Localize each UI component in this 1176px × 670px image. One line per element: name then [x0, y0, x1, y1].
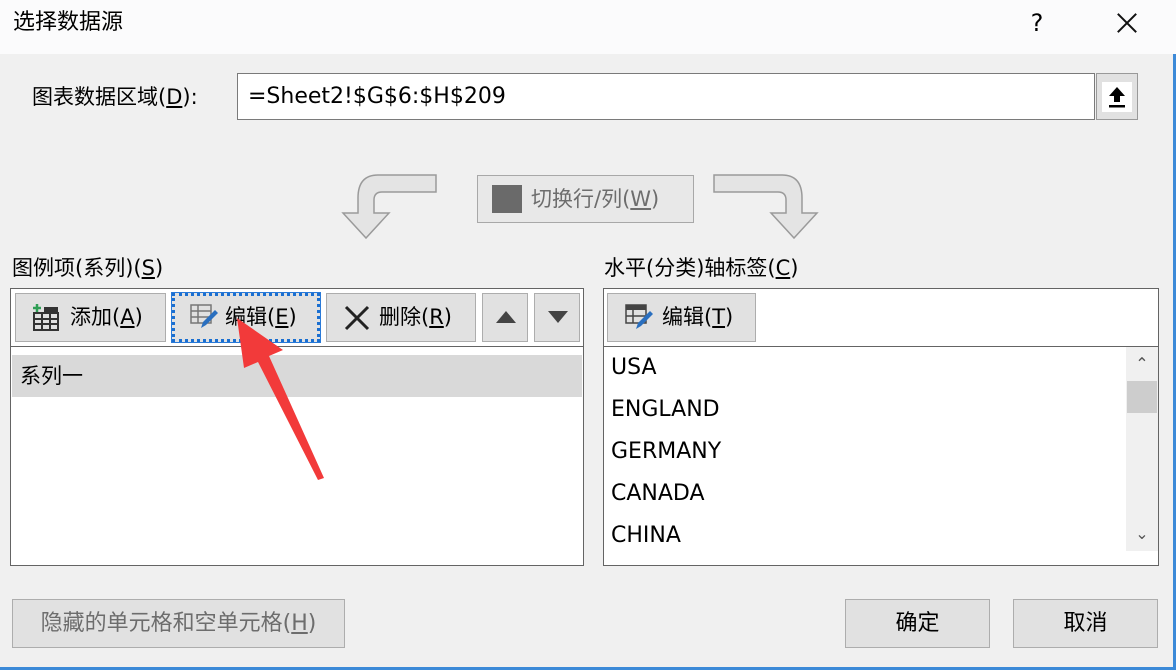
- hidden-empty-cells-button[interactable]: 隐藏的单元格和空单元格(H): [12, 599, 345, 648]
- dialog-title: 选择数据源: [13, 10, 124, 35]
- scroll-up-icon[interactable]: ⌃: [1126, 349, 1158, 379]
- scroll-down-icon[interactable]: ⌄: [1126, 519, 1158, 549]
- axis-toolbar: 编辑(T): [604, 289, 1158, 347]
- legend-series-label: 图例项(系列)(S): [12, 256, 164, 280]
- scrollbar-thumb[interactable]: [1127, 381, 1157, 413]
- add-series-button[interactable]: 添加(A): [15, 293, 166, 342]
- switch-row-column-button[interactable]: 切换行/列(W): [477, 175, 694, 223]
- delete-series-button[interactable]: 删除(R): [326, 293, 476, 342]
- help-button[interactable]: ?: [1020, 4, 1054, 42]
- edit-table-icon: [625, 304, 653, 329]
- axis-label-item[interactable]: GERMANY: [604, 431, 1124, 473]
- close-icon[interactable]: [1104, 4, 1148, 42]
- move-up-button[interactable]: [482, 293, 528, 342]
- collapse-dialog-button[interactable]: [1096, 73, 1138, 120]
- axis-label-item[interactable]: CHINA: [604, 515, 1124, 557]
- upload-arrow-icon: [1109, 87, 1125, 108]
- axis-label-item[interactable]: USA: [604, 347, 1124, 389]
- switch-row-column-icon: [492, 185, 522, 213]
- curved-arrow-left-icon: [341, 174, 437, 240]
- axis-list-scrollbar[interactable]: ⌃ ⌄: [1126, 347, 1158, 551]
- triangle-down-icon: [548, 311, 568, 323]
- axis-label-item[interactable]: CANADA: [604, 473, 1124, 515]
- axis-label-item[interactable]: ENGLAND: [604, 389, 1124, 431]
- dialog-titlebar: 选择数据源 ?: [0, 0, 1176, 54]
- curved-arrow-right-icon: [713, 174, 819, 240]
- move-down-button[interactable]: [534, 293, 580, 342]
- axis-labels-list: USA ENGLAND GERMANY CANADA CHINA: [604, 347, 1124, 557]
- ok-button[interactable]: 确定: [845, 599, 990, 648]
- edit-table-icon: [190, 304, 218, 328]
- chart-data-range-label: 图表数据区域(D):: [32, 85, 198, 109]
- triangle-up-icon: [496, 311, 516, 323]
- chart-data-range-input[interactable]: =Sheet2!$G$6:$H$209: [237, 73, 1095, 120]
- delete-x-icon: [344, 305, 370, 331]
- add-table-icon: [33, 304, 59, 331]
- edit-axis-labels-button[interactable]: 编辑(T): [607, 293, 756, 342]
- axis-labels-panel: 编辑(T) USA ENGLAND GERMANY CANADA CHINA ⌃…: [603, 288, 1159, 566]
- axis-labels-label: 水平(分类)轴标签(C): [604, 256, 799, 280]
- annotation-arrow-icon: [237, 318, 324, 480]
- cancel-button[interactable]: 取消: [1013, 599, 1158, 648]
